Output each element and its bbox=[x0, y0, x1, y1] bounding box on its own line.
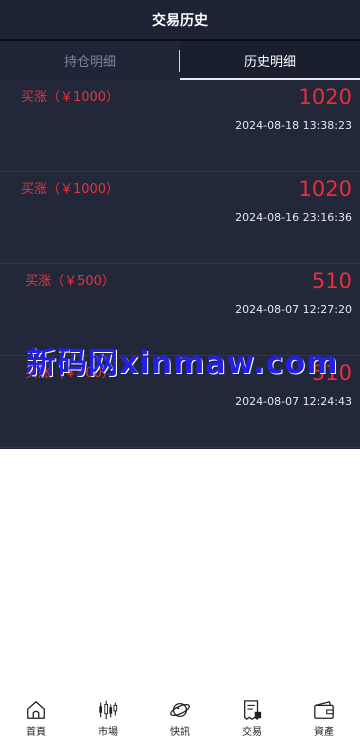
nav-market[interactable]: 市場 bbox=[72, 695, 144, 740]
receipt-icon bbox=[244, 700, 262, 720]
tab-positions[interactable]: 持仓明细 bbox=[0, 41, 180, 80]
nav-market-label: 市場 bbox=[98, 727, 118, 738]
nav-assets[interactable]: 資產 bbox=[288, 695, 360, 740]
trade-amount: 1020 bbox=[298, 85, 352, 109]
trade-amount: 1020 bbox=[298, 177, 352, 201]
nav-trade-label: 交易 bbox=[242, 727, 262, 738]
nav-trade[interactable]: 交易 bbox=[216, 695, 288, 740]
trade-type: 买涨（￥500） bbox=[25, 274, 115, 289]
trade-time: 2024-08-16 23:16:36 bbox=[235, 211, 352, 224]
trade-time: 2024-08-07 12:24:43 bbox=[235, 395, 352, 408]
home-icon bbox=[27, 701, 45, 719]
nav-assets-label: 資產 bbox=[314, 727, 334, 738]
trade-time: 2024-08-18 13:38:23 bbox=[235, 119, 352, 132]
history-list: 买涨（￥1000） 1020 2024-08-18 13:38:23 买涨（￥1… bbox=[0, 80, 360, 449]
candlestick-icon bbox=[99, 700, 118, 720]
tab-bar: 持仓明细 历史明细 bbox=[0, 41, 360, 80]
watermark-text: 新码网xinmaw.com bbox=[26, 346, 339, 381]
trade-time: 2024-08-07 12:27:20 bbox=[235, 303, 352, 316]
planet-icon bbox=[170, 702, 190, 718]
tab-divider bbox=[179, 50, 180, 72]
tab-history[interactable]: 历史明细 bbox=[180, 41, 360, 80]
trade-amount: 510 bbox=[311, 269, 352, 293]
bottom-nav: 首頁 市場 快訊 交易 資產 bbox=[0, 695, 360, 740]
nav-news-label: 快訊 bbox=[170, 727, 190, 738]
list-item[interactable]: 买涨（￥1000） 1020 2024-08-16 23:16:36 bbox=[0, 172, 360, 264]
nav-news[interactable]: 快訊 bbox=[144, 695, 216, 740]
list-item[interactable]: 买涨（￥1000） 1020 2024-08-18 13:38:23 bbox=[0, 80, 360, 172]
trade-type: 买涨（￥1000） bbox=[20, 182, 120, 197]
page-title: 交易历史 bbox=[152, 12, 208, 29]
app-root: 交易历史 持仓明细 历史明细 买涨（￥1000） 1020 2024-08-18… bbox=[0, 0, 360, 740]
header-bar: 交易历史 bbox=[0, 0, 360, 41]
nav-home-label: 首頁 bbox=[26, 727, 46, 738]
nav-home[interactable]: 首頁 bbox=[0, 695, 72, 740]
trade-type: 买涨（￥1000） bbox=[20, 90, 120, 105]
wallet-icon bbox=[314, 701, 334, 719]
